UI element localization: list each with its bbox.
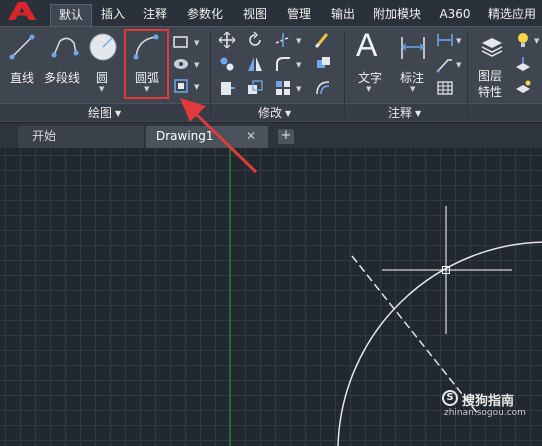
tab-output[interactable]: 输出 — [326, 4, 360, 26]
sogou-logo-icon: S — [442, 390, 458, 406]
line-button[interactable]: 直线 — [4, 29, 40, 101]
polyline-label: 多段线 — [44, 71, 81, 85]
watermark-name: 搜狗指南 — [462, 394, 515, 409]
circle-label: 圆 — [96, 71, 109, 85]
file-tab-bar: 开始 Drawing1 ✕ + — [0, 122, 542, 148]
hatch-dropdown-icon[interactable]: ▼ — [194, 61, 199, 69]
explode-icon[interactable] — [314, 55, 332, 73]
new-tab-button[interactable]: + — [278, 129, 294, 144]
tab-start-label: 开始 — [32, 129, 57, 143]
tab-addins[interactable]: 附加模块 — [368, 4, 426, 26]
trim-icon[interactable] — [274, 31, 292, 49]
tab-parametric[interactable]: 参数化 — [182, 4, 228, 26]
mirror-icon[interactable] — [246, 55, 264, 73]
layer-label-line2: 特性 — [478, 85, 503, 99]
text-dropdown-icon[interactable]: ▼ — [366, 85, 371, 93]
close-tab-icon[interactable]: ✕ — [246, 126, 256, 147]
tab-drawing1[interactable]: Drawing1 ✕ — [146, 126, 268, 148]
scale-icon[interactable] — [246, 79, 264, 97]
circle-icon — [89, 33, 117, 61]
stretch-icon[interactable] — [218, 79, 236, 97]
dimension-dropdown-icon[interactable]: ▼ — [410, 85, 415, 93]
layers-panel-footer[interactable] — [468, 103, 542, 121]
dimension-label: 标注 — [400, 71, 425, 85]
tab-insert[interactable]: 插入 — [96, 4, 130, 26]
tab-a360[interactable]: A360 — [436, 4, 474, 26]
offset-icon[interactable] — [314, 79, 332, 97]
fillet-dropdown-icon[interactable]: ▼ — [296, 61, 301, 69]
layer-properties-button[interactable]: 图层 特性 — [472, 29, 512, 101]
copy-icon[interactable] — [218, 55, 236, 73]
autocad-logo-icon — [8, 2, 36, 20]
annotation-panel-title[interactable]: 注释 ▼ — [388, 104, 421, 121]
tab-view[interactable]: 视图 — [238, 4, 272, 26]
erase-icon[interactable] — [314, 31, 332, 49]
layers-icon — [481, 38, 503, 57]
tab-annotate[interactable]: 注释 — [138, 4, 172, 26]
watermark: S 搜狗指南 zhinan.sogou.com — [442, 390, 542, 446]
polyline-icon — [51, 37, 79, 58]
line-label: 直线 — [10, 71, 35, 85]
arc-highlight-box — [124, 29, 169, 99]
lightbulb-icon[interactable] — [514, 31, 532, 49]
tab-featured-apps[interactable]: 精选应用 — [482, 4, 542, 26]
layer-dropdown-icon[interactable]: ▼ — [534, 37, 539, 45]
leader-dropdown-icon[interactable]: ▼ — [456, 61, 461, 69]
polyline-button[interactable]: 多段线 — [42, 29, 84, 101]
tab-drawing1-label: Drawing1 — [156, 129, 214, 143]
circle-dropdown-icon[interactable]: ▼ — [99, 85, 104, 93]
line-icon — [9, 34, 35, 60]
array-dropdown-icon[interactable]: ▼ — [296, 85, 301, 93]
leader-icon[interactable] — [436, 55, 454, 73]
rectangle-dropdown-icon[interactable]: ▼ — [194, 39, 199, 47]
modify-panel-title[interactable]: 修改 ▼ — [258, 104, 291, 121]
tab-manage[interactable]: 管理 — [282, 4, 316, 26]
draw-panel-title[interactable]: 绘图 ▼ — [88, 104, 121, 121]
fillet-icon[interactable] — [274, 55, 292, 73]
move-icon[interactable] — [218, 31, 236, 49]
layer-match-icon[interactable] — [514, 55, 532, 73]
tab-default[interactable]: 默认 — [50, 4, 92, 26]
dimension-icon — [401, 37, 425, 59]
text-label: 文字 — [358, 71, 383, 85]
table-icon[interactable] — [436, 79, 454, 97]
circle-button[interactable]: 圆 ▼ — [86, 29, 120, 101]
trim-dropdown-icon[interactable]: ▼ — [296, 37, 301, 45]
ribbon: 直线 多段线 圆 ▼ 圆弧 ▼ ▼ ▼ ▼ 绘图 ▼ ▼ ▼ ▼ 修改 ▼ A … — [0, 26, 542, 122]
boundary-icon[interactable] — [172, 77, 190, 95]
hatch-icon[interactable] — [172, 55, 190, 73]
linear-dimension-dropdown-icon[interactable]: ▼ — [456, 37, 461, 45]
boundary-dropdown-icon[interactable]: ▼ — [194, 83, 199, 91]
rectangle-icon[interactable] — [172, 33, 190, 51]
dimension-button[interactable]: 标注 ▼ — [394, 29, 434, 101]
linear-dimension-icon[interactable] — [436, 31, 454, 49]
text-a-icon: A — [356, 27, 378, 63]
array-icon[interactable] — [274, 79, 292, 97]
application-menu-button[interactable] — [0, 0, 44, 26]
tab-start[interactable]: 开始 — [18, 126, 144, 148]
layer-state-icon[interactable] — [514, 79, 532, 97]
watermark-url: zhinan.sogou.com — [444, 408, 526, 418]
text-button[interactable]: A 文字 ▼ — [350, 27, 390, 101]
layer-label-line1: 图层 — [478, 69, 503, 83]
rotate-icon[interactable] — [246, 31, 264, 49]
ribbon-tab-bar: 默认 插入 注释 参数化 视图 管理 输出 附加模块 A360 精选应用 — [0, 0, 542, 26]
